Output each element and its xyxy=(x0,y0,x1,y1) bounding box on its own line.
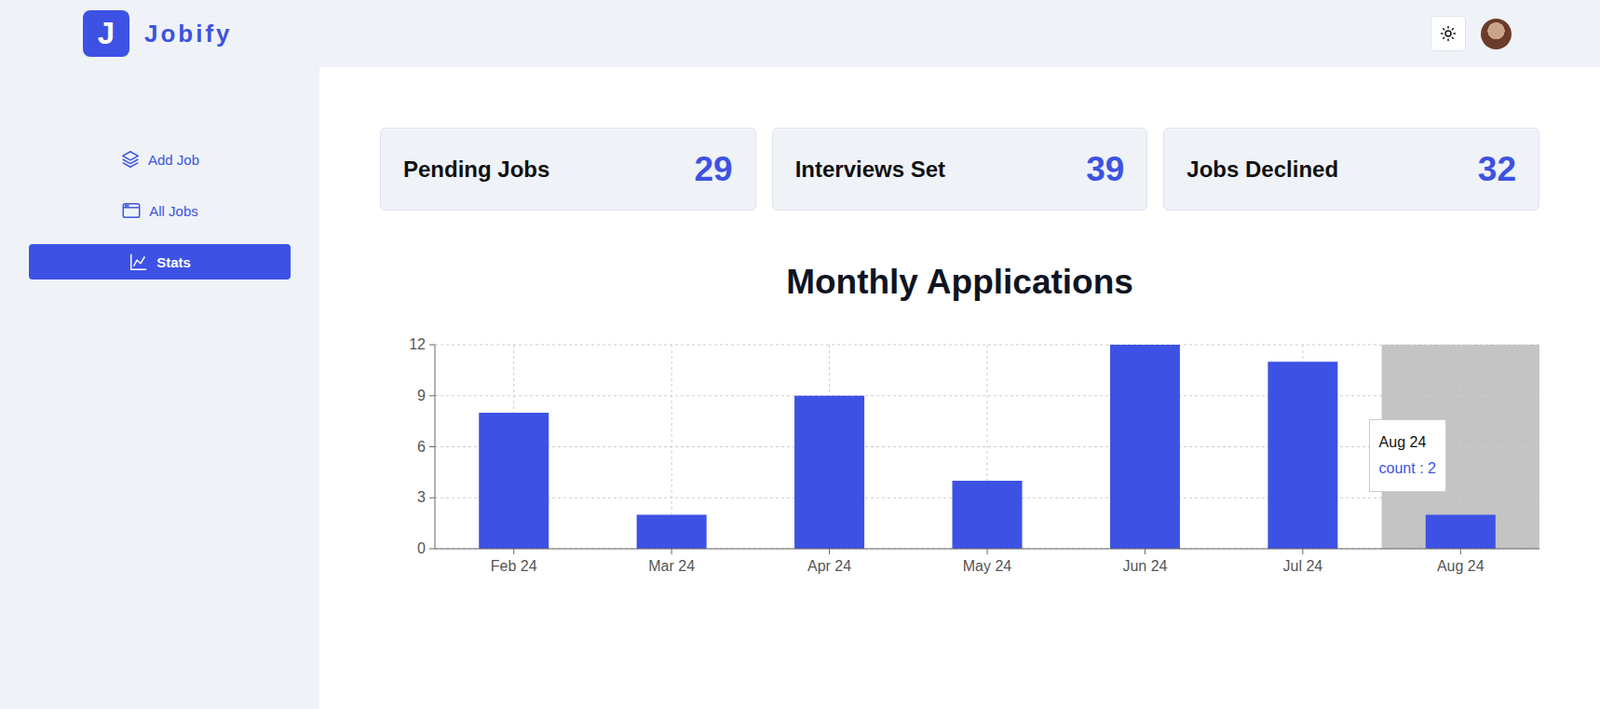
y-tick: 12 xyxy=(408,336,426,353)
tick-mark xyxy=(429,394,435,396)
stat-card: Interviews Set 39 xyxy=(772,127,1149,211)
sidebar-item[interactable]: Add Job xyxy=(28,141,291,177)
main-content: Pending Jobs 29Interviews Set 39Jobs Dec… xyxy=(319,67,1600,709)
window-icon xyxy=(121,200,142,221)
x-tick: Jun 24 xyxy=(1122,557,1167,574)
stat-label: Pending Jobs xyxy=(403,156,550,183)
bar[interactable] xyxy=(1110,344,1180,549)
app: J Jobify Add Job All Jobs Stats Pending … xyxy=(0,0,1600,709)
avatar[interactable] xyxy=(1480,18,1512,50)
x-tick: Mar 24 xyxy=(648,557,695,574)
logo-mark: J xyxy=(82,10,130,57)
bar[interactable] xyxy=(478,412,549,549)
x-tick: Apr 24 xyxy=(807,557,852,574)
bar[interactable] xyxy=(794,395,865,549)
tick-mark xyxy=(429,548,435,550)
x-tick: Aug 24 xyxy=(1437,557,1485,574)
tooltip: Aug 24 count : 2 xyxy=(1369,419,1447,492)
stat-card: Pending Jobs 29 xyxy=(379,127,757,211)
y-axis xyxy=(434,344,436,549)
stat-value: 39 xyxy=(1085,149,1125,190)
chart-icon xyxy=(128,251,150,272)
tick-mark xyxy=(429,497,435,499)
layers-icon xyxy=(120,149,141,170)
theme-toggle[interactable] xyxy=(1430,15,1466,52)
stat-label: Interviews Set xyxy=(795,156,946,183)
tick-mark xyxy=(429,344,435,346)
bar[interactable] xyxy=(1425,515,1496,550)
tick-mark xyxy=(987,548,989,555)
tick-mark xyxy=(429,446,435,448)
y-tick: 9 xyxy=(417,387,426,404)
x-tick: Feb 24 xyxy=(490,557,538,574)
stat-value: 32 xyxy=(1477,149,1517,190)
chart-canvas: 0 3 6 9 12 Feb 24 Mar 24 Apr 24 May 24 Jun 24 Jul … xyxy=(379,335,1540,580)
sidebar-item[interactable]: Stats xyxy=(28,244,291,280)
bar[interactable] xyxy=(637,515,707,550)
x-tick: May 24 xyxy=(962,557,1013,574)
sidebar-item[interactable]: All Jobs xyxy=(28,192,291,229)
stat-label: Jobs Declined xyxy=(1186,156,1339,183)
tick-mark xyxy=(513,548,515,555)
chart-title: Monthly Applications xyxy=(379,262,1540,302)
logo-name: Jobify xyxy=(144,19,233,49)
top-bar: J Jobify xyxy=(0,0,1600,68)
bar[interactable] xyxy=(952,480,1023,549)
y-tick: 6 xyxy=(417,438,426,455)
sidebar: Add Job All Jobs Stats xyxy=(0,67,320,709)
y-tick: 3 xyxy=(417,488,426,505)
tick-mark xyxy=(1144,548,1146,555)
bar[interactable] xyxy=(1267,361,1338,549)
y-tick: 0 xyxy=(417,540,426,556)
stat-card: Jobs Declined 32 xyxy=(1163,127,1540,211)
tick-mark xyxy=(1301,548,1303,555)
logo[interactable]: J Jobify xyxy=(82,10,233,57)
sun-icon xyxy=(1439,25,1457,42)
bar-chart: 0 3 6 9 12 Feb 24 Mar 24 Apr 24 May 24 Jun 24 Jul … xyxy=(379,335,1540,584)
tick-mark xyxy=(828,548,830,555)
stat-value: 29 xyxy=(694,149,733,190)
tick-mark xyxy=(671,548,673,555)
tick-mark xyxy=(1460,548,1462,555)
x-tick: Jul 24 xyxy=(1283,557,1324,574)
